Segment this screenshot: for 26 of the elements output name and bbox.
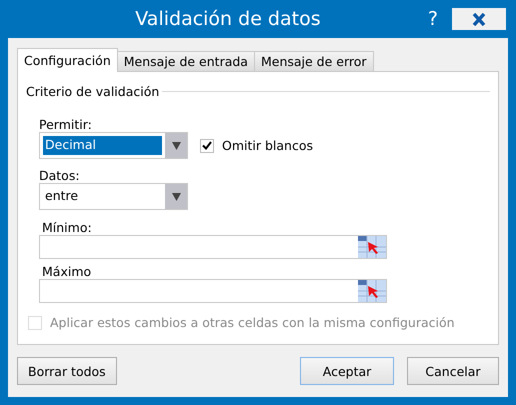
close-icon bbox=[472, 12, 486, 26]
close-button[interactable] bbox=[452, 8, 506, 30]
dropdown-arrow-icon[interactable] bbox=[172, 142, 180, 150]
tab[interactable]: Configuración bbox=[17, 48, 118, 72]
section-title: Criterio de validación bbox=[26, 84, 160, 99]
field-label: Máximo bbox=[41, 264, 92, 279]
field-label: Mínimo: bbox=[41, 220, 93, 235]
field-label: Datos: bbox=[39, 168, 81, 183]
input-field[interactable] bbox=[39, 235, 387, 259]
dialog-button[interactable]: Borrar todos bbox=[17, 357, 117, 385]
dropdown[interactable]: entre bbox=[39, 183, 188, 210]
tab[interactable]: Mensaje de entrada bbox=[116, 51, 255, 72]
window-title: Validación de datos bbox=[134, 8, 322, 30]
dropdown-arrow-icon[interactable] bbox=[172, 192, 180, 200]
dropdown[interactable]: Decimal bbox=[39, 132, 188, 159]
dialog-button[interactable]: Aceptar bbox=[300, 357, 394, 385]
checkbox[interactable] bbox=[200, 138, 214, 152]
dialog-button[interactable]: Cancelar bbox=[407, 357, 499, 385]
tab[interactable]: Mensaje de error bbox=[254, 51, 374, 72]
checkbox-label: Aplicar estos cambios a otras celdas con la misma configuración bbox=[50, 315, 455, 330]
range-picker-icon[interactable] bbox=[358, 280, 386, 302]
field-label: Permitir: bbox=[39, 117, 93, 132]
input-field[interactable] bbox=[39, 279, 387, 303]
help-button[interactable]: ? bbox=[424, 8, 442, 30]
range-picker-icon[interactable] bbox=[358, 236, 386, 258]
checkbox-label: Omitir blancos bbox=[222, 138, 313, 153]
